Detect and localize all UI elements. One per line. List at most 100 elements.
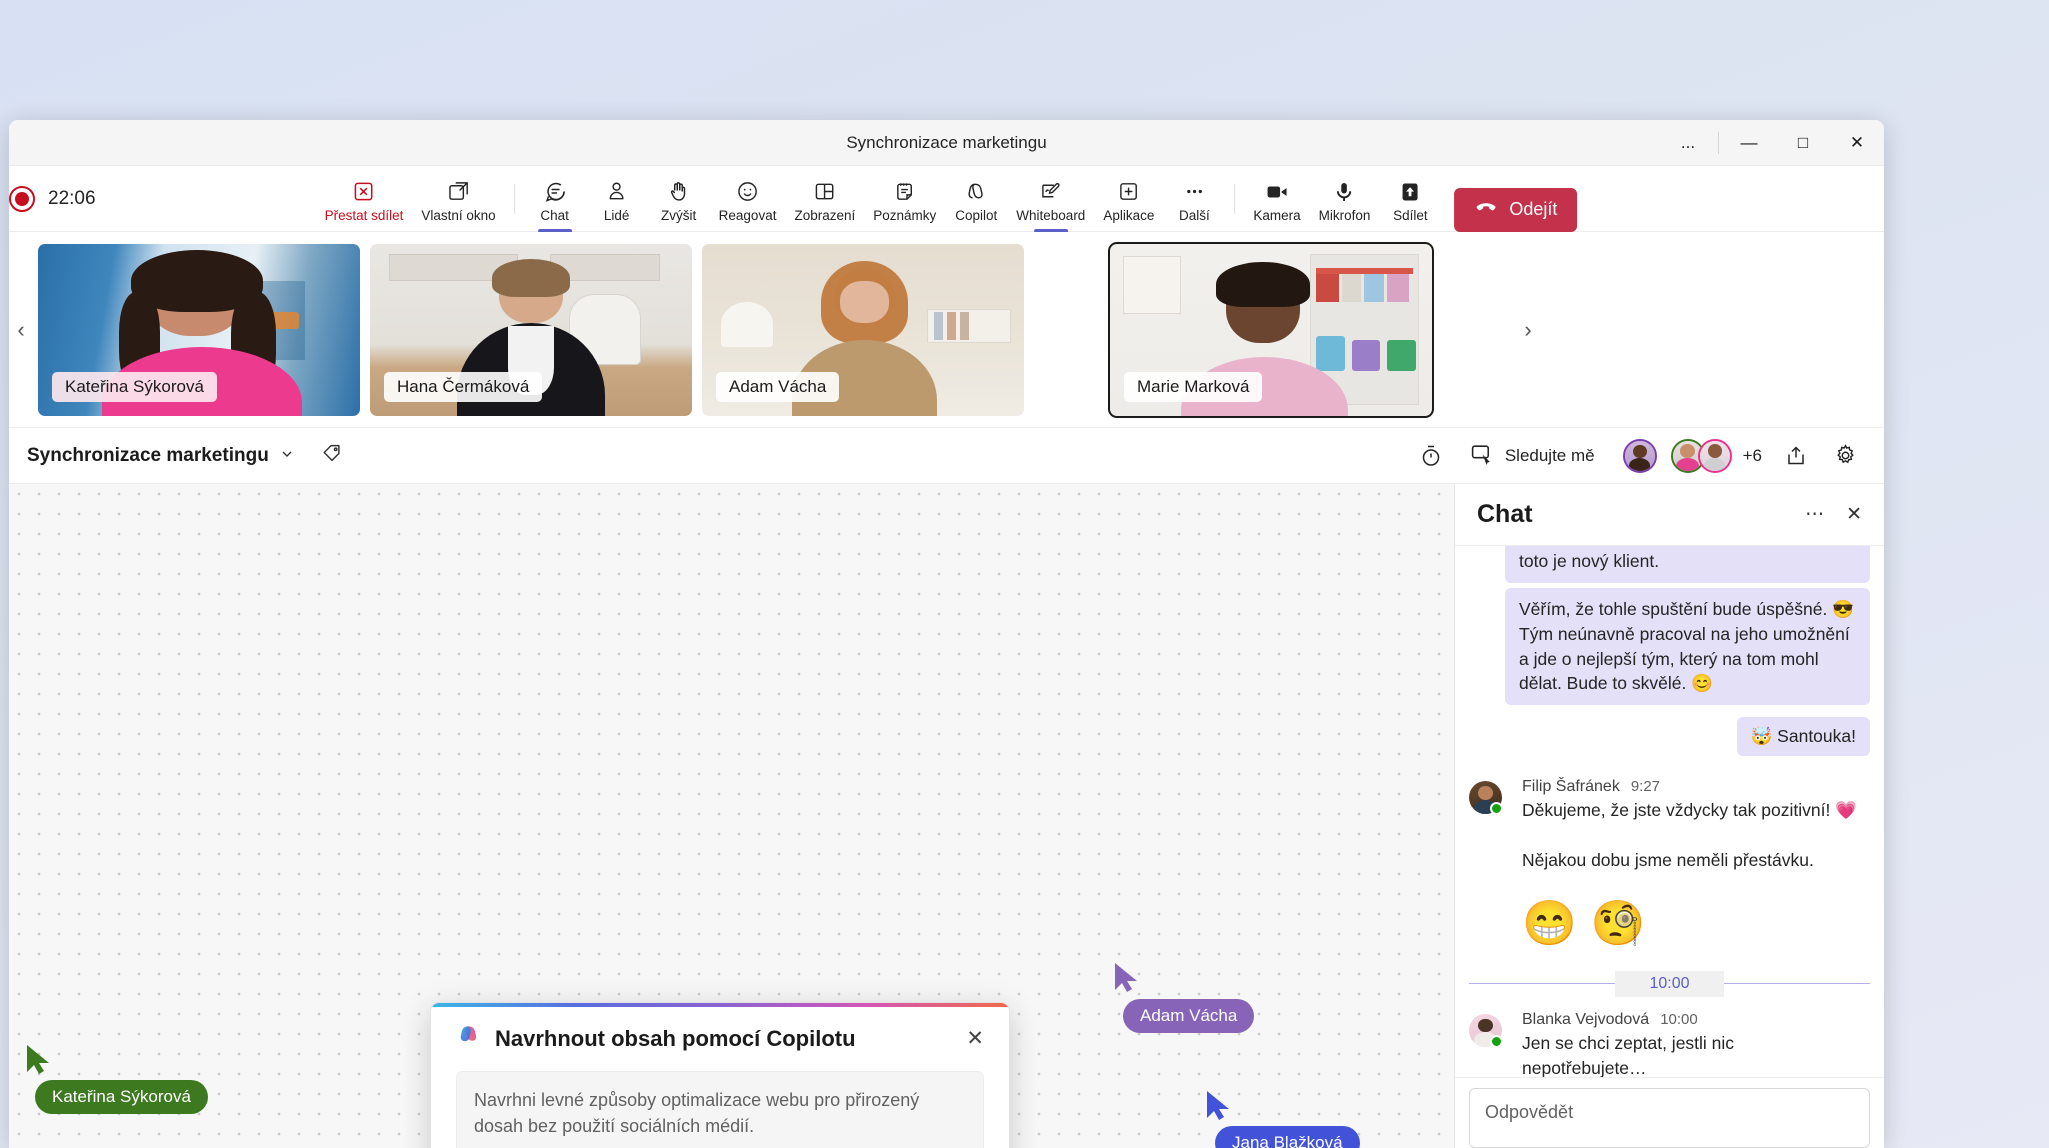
video-tile-marie[interactable]: Marie Marková <box>1108 241 1434 418</box>
share-arrow-icon[interactable] <box>1775 435 1817 477</box>
chat-reply-input[interactable]: Odpovědět <box>1469 1088 1870 1148</box>
whiteboard-button[interactable]: Whiteboard <box>1007 170 1094 232</box>
camera-label: Kamera <box>1253 207 1301 223</box>
apps-button[interactable]: Aplikace <box>1094 170 1163 232</box>
react-button[interactable]: Reagovat <box>710 170 786 232</box>
whiteboard-title: Synchronizace marketingu <box>27 444 269 466</box>
view-layout-button[interactable]: Zobrazení <box>785 170 864 232</box>
chat-author: Blanka Vejvodová <box>1522 1010 1650 1028</box>
titlebar-divider <box>1718 132 1719 154</box>
copilot-suggest-dialog: Navrhnout obsah pomocí Copilotu ✕ Navrhn… <box>430 1002 1010 1148</box>
recording-indicator: 22:06 <box>9 185 173 212</box>
participant-gallery: ‹ Kateřina Sýkorová Hana Čermáková Adam … <box>9 232 1884 428</box>
cursor-katerina <box>25 1044 53 1076</box>
copilot-dialog-header: Navrhnout obsah pomocí Copilotu ✕ <box>456 1023 984 1054</box>
video-tile-hana[interactable]: Hana Čermáková <box>370 243 692 416</box>
window-title-bar: Synchronizace marketingu ... — □ ✕ <box>9 120 1884 166</box>
stop-share-label: Přestat sdílet <box>324 207 404 223</box>
window-minimize-button[interactable]: — <box>1722 120 1776 166</box>
chat-header-actions: ⋯ ✕ <box>1805 503 1862 526</box>
divider-line <box>1723 983 1871 985</box>
chat-icon <box>543 179 567 205</box>
window-more-button[interactable]: ... <box>1661 120 1715 166</box>
camera-icon <box>1265 179 1289 205</box>
apps-label: Aplikace <box>1103 207 1155 223</box>
microphone-label: Mikrofon <box>1318 207 1371 223</box>
share-screen-label: Sdílet <box>1393 207 1428 223</box>
chat-message-bubble: Jen se chci zeptat, jestli nic nepotřebu… <box>1512 1028 1870 1077</box>
raise-hand-label: Zvýšit <box>661 207 697 223</box>
follow-me-button[interactable]: Sledujte mě <box>1459 435 1606 477</box>
avatar[interactable] <box>1697 438 1732 473</box>
overflow-participants-count[interactable]: +6 <box>1743 446 1762 466</box>
gear-icon[interactable] <box>1824 435 1866 477</box>
window-title: Synchronizace marketingu <box>846 132 1047 152</box>
reaction-emoji[interactable]: 🧐 <box>1591 897 1646 949</box>
toolbar-divider-1 <box>513 183 515 214</box>
more-label: Další <box>1178 207 1210 223</box>
copilot-icon <box>965 179 988 205</box>
more-button[interactable]: Další <box>1163 170 1225 232</box>
window-maximize-button[interactable]: □ <box>1776 120 1830 166</box>
window-close-button[interactable]: ✕ <box>1830 120 1884 166</box>
copilot-button[interactable]: Copilot <box>945 170 1007 232</box>
divider-line <box>1469 983 1616 985</box>
video-tile-name: Kateřina Sýkorová <box>52 371 217 402</box>
stop-share-icon <box>352 179 375 205</box>
chat-message-list[interactable]: toto je nový klient. Věřím, že tohle spu… <box>1455 546 1884 1077</box>
tag-icon[interactable] <box>321 442 343 469</box>
chat-author: Filip Šafránek <box>1522 778 1620 796</box>
leave-meeting-button[interactable]: Odejít <box>1454 187 1578 232</box>
chat-close-icon[interactable]: ✕ <box>1846 503 1862 526</box>
teams-meeting-window: Synchronizace marketingu ... — □ ✕ 22:06 <box>9 120 1884 1148</box>
popout-window-button[interactable]: Vlastní okno <box>412 170 504 232</box>
microphone-toggle[interactable]: Mikrofon <box>1310 170 1380 232</box>
cursor-label-katerina: Kateřina Sýkorová <box>35 1080 208 1114</box>
video-tile-katerina[interactable]: Kateřina Sýkorová <box>38 243 360 416</box>
video-tile-name: Hana Čermáková <box>384 371 543 402</box>
chevron-down-icon[interactable] <box>279 446 295 465</box>
chat-more-icon[interactable]: ⋯ <box>1805 503 1824 526</box>
gallery-next-button[interactable]: › <box>1516 232 1540 427</box>
chat-message-bubble: Nějakou dobu jsme neměli přestávku. <box>1512 839 1870 883</box>
timer-icon[interactable] <box>1410 435 1452 477</box>
reaction-emoji[interactable]: 😁 <box>1522 897 1577 949</box>
stop-share-button[interactable]: Přestat sdílet <box>316 170 413 232</box>
tab-chat[interactable]: Chat <box>524 170 586 232</box>
whiteboard-icon <box>1039 179 1062 205</box>
notes-button[interactable]: Poznámky <box>864 170 945 232</box>
raise-hand-button[interactable]: Zvýšit <box>648 170 710 232</box>
close-icon[interactable]: ✕ <box>966 1026 984 1051</box>
react-icon <box>736 179 759 205</box>
chat-panel: Chat ⋯ ✕ toto je nový klient. Věřím, že … <box>1454 484 1884 1148</box>
react-label: Reagovat <box>718 207 777 223</box>
gallery-prev-button[interactable]: ‹ <box>9 232 33 427</box>
divider-time: 10:00 <box>1615 970 1724 997</box>
tab-people[interactable]: Lidé <box>586 170 648 232</box>
avatar[interactable] <box>1469 1013 1503 1048</box>
video-tile-adam[interactable]: Adam Vácha <box>702 243 1024 416</box>
camera-toggle[interactable]: Kamera <box>1244 170 1309 232</box>
toolbar-center-group: Přestat sdílet Vlastní okno Chat Lidé Zv… <box>316 166 1578 232</box>
leave-meeting-label: Odejít <box>1509 199 1558 219</box>
chat-timestamp: 10:00 <box>1660 1010 1698 1028</box>
presence-available-icon <box>1490 1034 1503 1048</box>
recording-time: 22:06 <box>48 187 96 209</box>
window-controls: ... — □ ✕ <box>1661 120 1884 166</box>
copilot-dialog-title: Navrhnout obsah pomocí Copilotu <box>495 1025 856 1051</box>
cursor-adam <box>1113 962 1141 994</box>
copilot-logo-icon <box>456 1023 482 1054</box>
chat-message-bubble: Věřím, že tohle spuštění bude úspěšné. 😎… <box>1505 587 1870 706</box>
chat-message-bubble: toto je nový klient. <box>1505 546 1870 583</box>
chat-compose-area: Odpovědět <box>1455 1077 1884 1148</box>
chat-message-group: Blanka Vejvodová 10:00 Jen se chci zepta… <box>1469 1009 1870 1077</box>
record-dot-icon <box>9 185 35 212</box>
avatar[interactable] <box>1622 438 1657 473</box>
avatar[interactable] <box>1469 781 1503 816</box>
cursor-jana <box>1205 1090 1233 1122</box>
share-screen-button[interactable]: Sdílet <box>1379 170 1441 232</box>
whiteboard-canvas[interactable]: Kateřina Sýkorová Hana Čermáková Adam Vá… <box>9 484 1454 1148</box>
chat-message-group: Filip Šafránek 9:27 Děkujeme, že jste vž… <box>1469 776 1870 949</box>
notes-icon <box>893 179 916 205</box>
tab-chat-label: Chat <box>540 207 569 223</box>
